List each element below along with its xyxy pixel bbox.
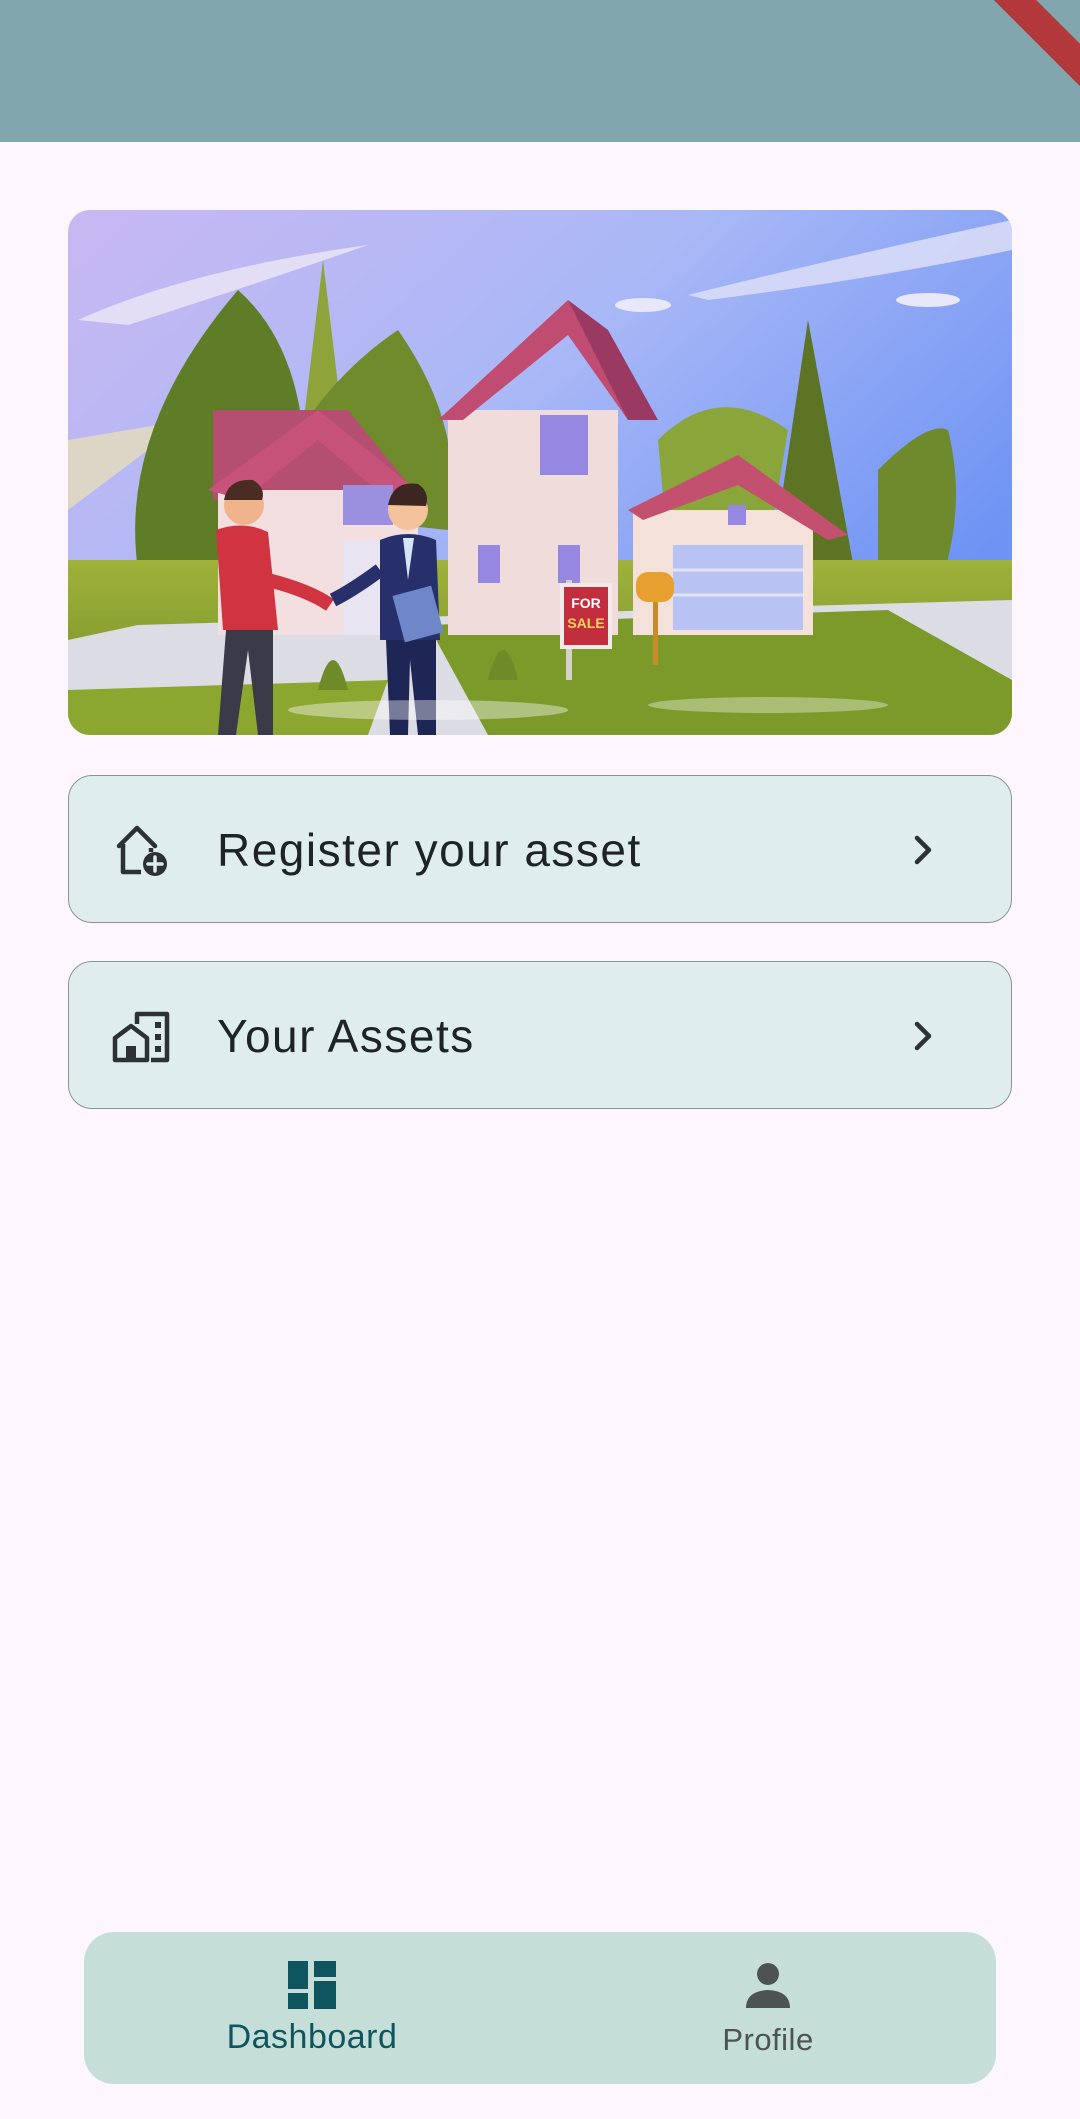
nav-item-dashboard[interactable]: Dashboard [84,1932,540,2084]
register-asset-label: Register your asset [217,824,642,876]
bottom-navigation: Dashboard Profile [84,1932,996,2084]
nav-label-profile: Profile [722,2022,814,2057]
hero-illustration: FOR SALE [68,210,1012,735]
your-assets-label: Your Assets [217,1010,475,1062]
debug-banner [956,0,1080,105]
app-bar [0,0,1080,142]
your-assets-button[interactable]: Your Assets [68,961,1012,1109]
nav-item-profile[interactable]: Profile [540,1932,996,2084]
chevron-right-icon [901,1014,945,1058]
person-icon [741,1958,795,2012]
dashboard-icon [285,1958,339,2012]
buildings-icon [111,1008,171,1064]
register-asset-button[interactable]: Register your asset [68,775,1012,923]
sign-text-for: FOR [571,595,601,611]
sign-text-sale: SALE [567,615,604,631]
home-add-icon [111,822,171,878]
nav-label-dashboard: Dashboard [226,2018,398,2056]
chevron-right-icon [901,828,945,872]
